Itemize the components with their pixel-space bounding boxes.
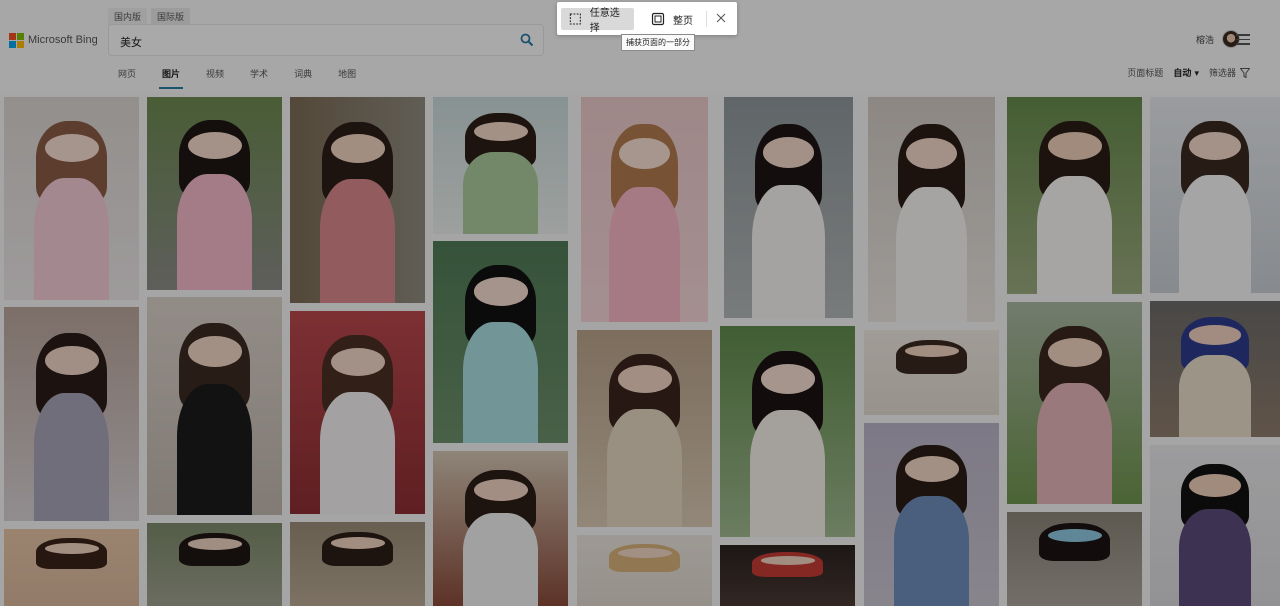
toolbar-divider [706, 11, 707, 27]
full-page-label: 整页 [673, 15, 693, 27]
close-icon[interactable] [714, 11, 728, 25]
freeform-select-label: 任意选择 [589, 8, 620, 34]
crop-select-icon [569, 13, 581, 25]
freeform-select-button[interactable]: 任意选择 [561, 8, 634, 34]
full-page-icon [651, 12, 665, 26]
full-page-button[interactable]: 整页 [643, 8, 701, 30]
tooltip: 捕获页面的一部分 [621, 34, 695, 51]
capture-dim-overlay [0, 0, 1280, 606]
web-capture-toolbar: 任意选择 整页 [557, 2, 737, 35]
